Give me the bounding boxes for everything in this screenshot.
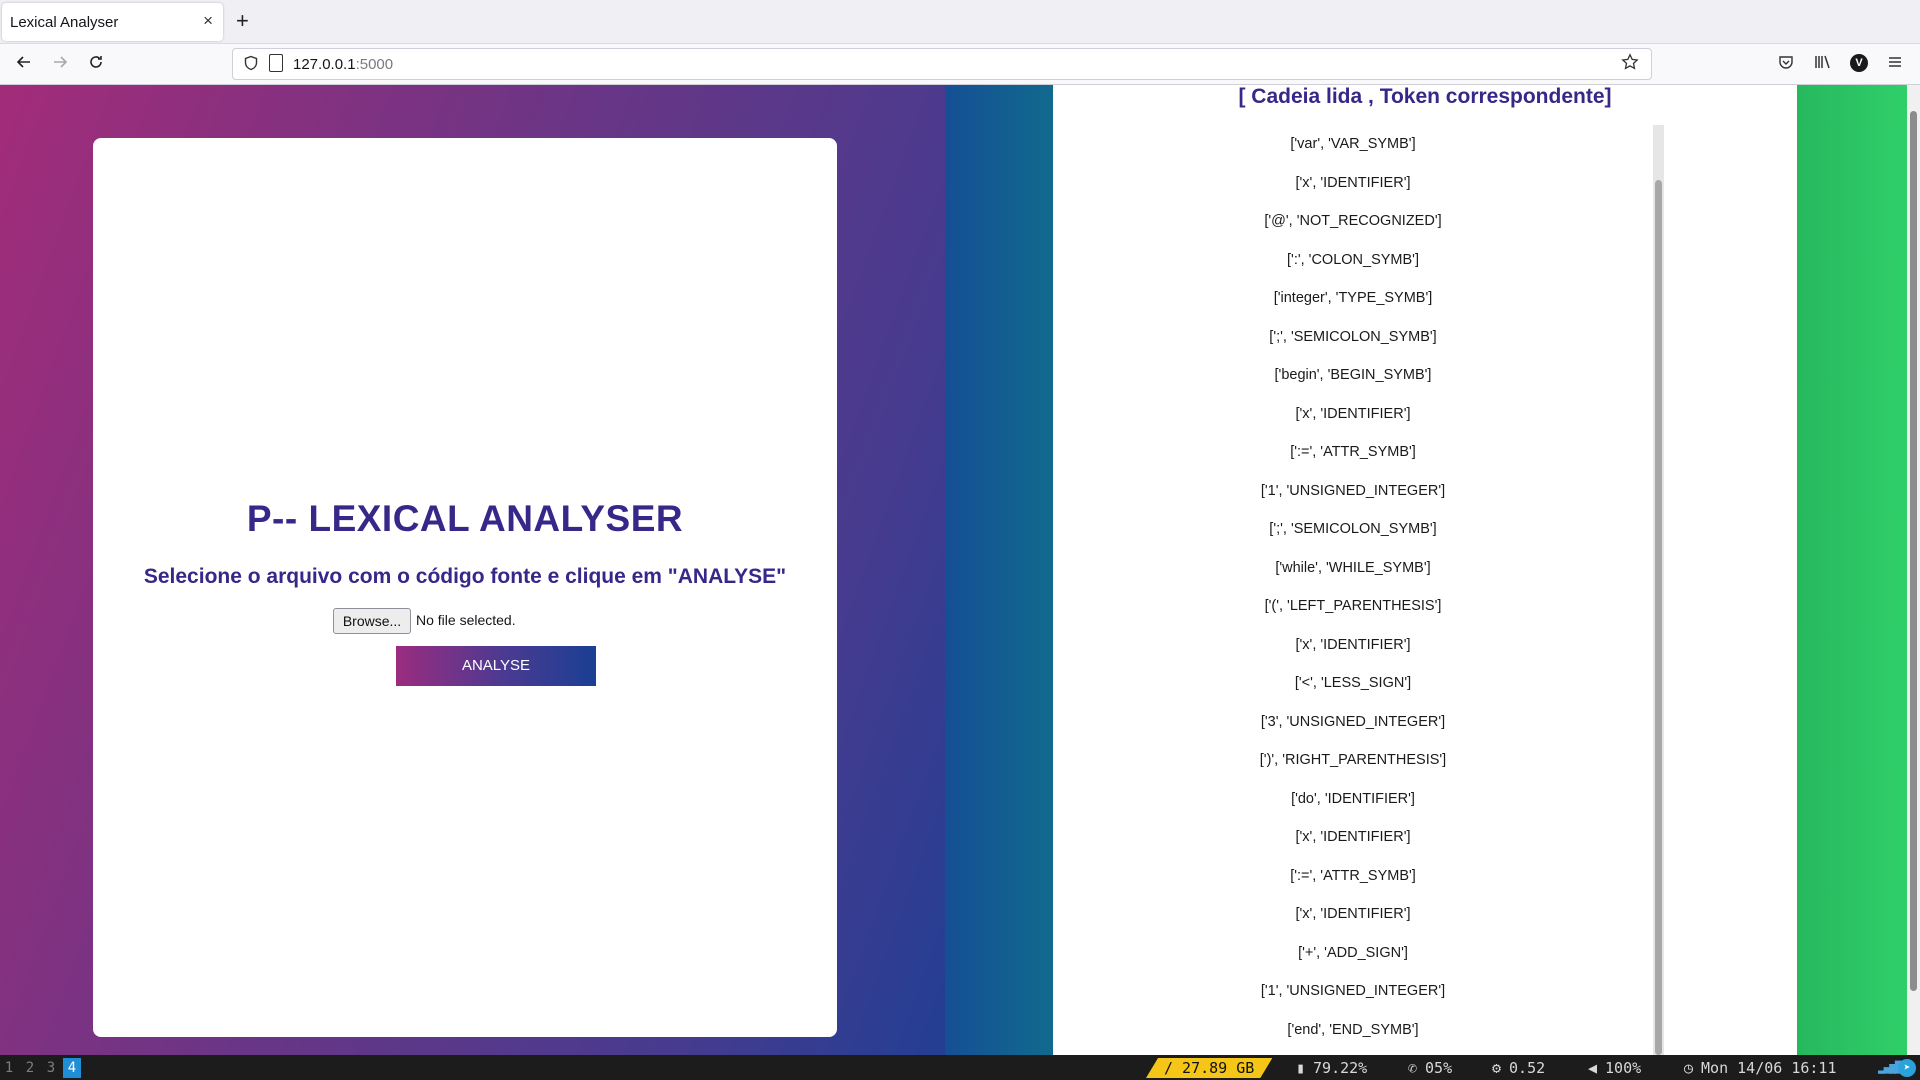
page-icon [269,54,283,72]
arrow-right-icon [54,56,68,68]
browser-nav-bar: 127.0.0.1:5000 V [0,44,1920,85]
token-list: ['var', 'VAR_SYMB'] ['x', 'IDENTIFIER'] ['… [1053,125,1653,1055]
token-row: [')', 'RIGHT_PARENTHESIS'] [1259,752,1447,768]
token-list-scrollbar-thumb[interactable] [1655,180,1662,1055]
token-row: [':', 'COLON_SYMB'] [1287,251,1419,268]
page-subtitle: Selecione o arquivo com o código fonte e… [143,565,787,588]
workspace-4[interactable]: 4 [63,1058,81,1078]
results-panel: [ Cadeia lida , Token correspondente] ['… [1053,85,1797,1055]
tab-close-icon[interactable]: × [203,12,213,30]
token-row: ['x', 'IDENTIFIER'] [1295,405,1411,422]
browse-button[interactable]: Browse... [333,608,411,634]
page-viewport: P-- LEXICAL ANALYSER Selecione o arquivo… [0,85,1920,1055]
telegram-icon[interactable]: ➤ [1898,1059,1916,1077]
load-value: 0.52 [1509,1059,1546,1077]
browser-tab[interactable]: Lexical Analyser × [2,3,223,41]
token-row: ['<', 'LESS_SIGN'] [1294,675,1412,691]
token-row: [';', 'SEMICOLON_SYMB'] [1269,521,1437,537]
bookmark-star-icon[interactable] [1621,53,1639,71]
token-row: ['1', 'UNSIGNED_INTEGER'] [1260,482,1446,499]
url-text[interactable]: 127.0.0.1:5000 [293,56,393,73]
memory-status: ▮ 79.22% [1296,1058,1367,1078]
clock-value: Mon 14/06 16:11 [1701,1059,1837,1077]
reload-button[interactable] [84,52,108,76]
token-row: ['while', 'WHILE_SYMB'] [1275,559,1431,576]
token-row: ['+', 'ADD_SIGN'] [1298,944,1408,961]
cpu-status: ✆ 05% [1408,1058,1452,1078]
shield-icon[interactable] [243,55,259,71]
browser-tab-bar: Lexical Analyser × + [0,0,1920,44]
token-row: ['x', 'IDENTIFIER'] [1295,174,1411,191]
token-row: [':=', 'ATTR_SYMB'] [1290,444,1416,460]
background-strip [1797,85,1907,1055]
forward-button[interactable] [48,52,72,76]
page-scrollbar-thumb[interactable] [1910,111,1917,991]
results-heading: [ Cadeia lida , Token correspondente] [1238,85,1612,108]
speaker-icon: ◀ [1588,1059,1598,1077]
token-row: ['x', 'IDENTIFIER'] [1295,636,1411,653]
page-title: P-- LEXICAL ANALYSER [246,498,684,539]
memory-value: 79.22% [1313,1059,1368,1077]
token-row: ['do', 'IDENTIFIER'] [1291,790,1415,807]
gears-icon: ⚙ [1492,1059,1502,1077]
file-status: No file selected. [416,612,516,628]
token-row: ['3', 'UNSIGNED_INTEGER'] [1260,713,1446,730]
library-icon[interactable] [1814,54,1832,70]
token-row: ['@', 'NOT_RECOGNIZED'] [1264,213,1442,229]
back-button[interactable] [12,52,36,76]
token-row: ['1', 'UNSIGNED_INTEGER'] [1260,983,1446,999]
upload-card: P-- LEXICAL ANALYSER Selecione o arquivo… [93,138,837,1037]
os-taskbar: 1 2 3 4 / 27.89 GB ▮ 79.22% ✆ 05% ⚙ 0.52 ◀ 1… [0,1055,1920,1080]
workspace-2[interactable]: 2 [21,1058,39,1078]
token-row: ['begin', 'BEGIN_SYMB'] [1274,367,1432,383]
clock-icon: ◷ [1684,1059,1694,1077]
pocket-icon[interactable] [1778,54,1794,70]
tab-title: Lexical Analyser [10,14,119,31]
url-bar[interactable]: 127.0.0.1:5000 [232,48,1652,80]
workspace-3[interactable]: 3 [42,1058,60,1078]
token-row: ['end', 'END_SYMB'] [1287,1021,1419,1038]
workspace-1[interactable]: 1 [0,1058,18,1078]
load-status: ⚙ 0.52 [1492,1058,1545,1078]
clock: ◷ Mon 14/06 16:11 [1684,1058,1837,1078]
token-row: [';', 'SEMICOLON_SYMB'] [1269,328,1437,345]
arrow-left-icon [16,56,30,68]
reload-icon [90,56,102,68]
new-tab-button[interactable]: + [236,9,249,33]
token-row: ['integer', 'TYPE_SYMB'] [1273,290,1433,306]
disk-usage: / 27.89 GB [1146,1058,1272,1078]
token-row: ['(', 'LEFT_PARENTHESIS'] [1264,598,1442,614]
memory-icon: ▮ [1296,1059,1306,1077]
volume-status[interactable]: ◀ 100% [1588,1058,1641,1078]
token-row: [':=', 'ATTR_SYMB'] [1290,867,1416,884]
menu-icon[interactable] [1887,54,1903,70]
cpu-value: 05% [1425,1059,1453,1077]
phone-icon: ✆ [1408,1059,1418,1077]
account-avatar-icon[interactable]: V [1850,54,1868,72]
token-row: ['x', 'IDENTIFIER'] [1295,829,1411,845]
volume-value: 100% [1605,1059,1642,1077]
token-row: ['x', 'IDENTIFIER'] [1295,906,1411,922]
token-row: ['var', 'VAR_SYMB'] [1290,136,1416,152]
analyse-button[interactable]: ANALYSE [396,646,596,686]
